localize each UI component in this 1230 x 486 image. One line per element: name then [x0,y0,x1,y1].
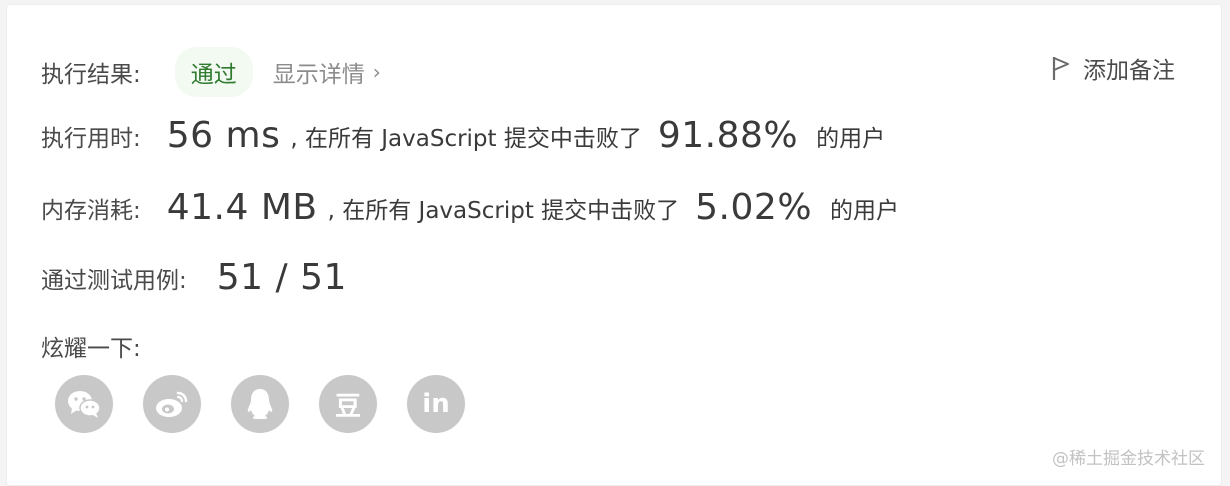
share-icons: 豆 in [55,375,495,433]
memory-text-before: , 在所有 JavaScript 提交中击败了 [327,197,680,224]
wechat-icon [68,391,101,418]
weibo-icon [156,391,188,417]
chevron-right-icon: › [372,60,381,84]
status-badge: 通过 [174,47,253,97]
tests-row: 通过测试用例: 51 / 51 [41,257,347,298]
wechat-share-button[interactable] [55,375,113,433]
runtime-percent: 91.88% [657,115,799,156]
add-note-label: 添加备注 [1083,58,1175,84]
weibo-share-button[interactable] [143,375,201,433]
tests-value: 51 / 51 [216,257,347,298]
runtime-row: 执行用时: 56 ms , 在所有 JavaScript 提交中击败了 91.8… [41,115,885,156]
memory-text-after: 的用户 [830,197,900,224]
submission-result-card: 执行结果: 通过 显示详情 › 添加备注 执行用时: 56 ms , 在所有 J… [6,4,1222,486]
qq-share-button[interactable] [231,375,289,433]
tests-label: 通过测试用例: [41,267,187,294]
runtime-text-after: 的用户 [816,125,886,152]
share-row: 炫耀一下: [41,329,141,363]
show-details-label: 显示详情 [272,62,365,88]
runtime-text-before: , 在所有 JavaScript 提交中击败了 [290,125,642,152]
watermark: @稀土掘金技术社区 [1052,449,1205,469]
add-note-button[interactable]: 添加备注 [1051,51,1175,85]
share-label: 炫耀一下: [41,336,141,362]
qq-icon [247,389,273,419]
memory-percent: 5.02% [695,187,813,228]
flag-icon [1052,57,1069,80]
result-row: 执行结果: 通过 显示详情 › [41,47,381,97]
runtime-value: 56 ms [166,115,281,156]
memory-row: 内存消耗: 41.4 MB , 在所有 JavaScript 提交中击败了 5.… [41,187,899,228]
douban-icon: 豆 [334,391,361,422]
linkedin-share-button[interactable]: in [407,375,465,433]
douban-share-button[interactable]: 豆 [319,375,377,433]
memory-label: 内存消耗: [41,197,141,224]
result-label: 执行结果: [41,62,141,88]
linkedin-icon: in [422,389,450,419]
memory-value: 41.4 MB [166,187,318,228]
runtime-label: 执行用时: [41,125,141,152]
show-details-link[interactable]: 显示详情 › [273,55,381,89]
